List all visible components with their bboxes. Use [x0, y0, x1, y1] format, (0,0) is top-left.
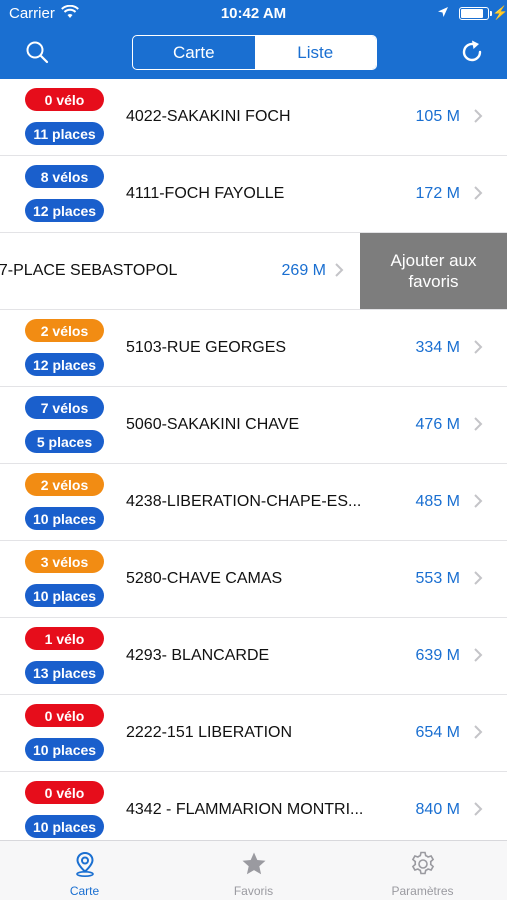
segment-list[interactable]: Liste [254, 36, 376, 69]
bikes-badge: 2 vélos [25, 473, 104, 496]
places-badge: 13 places [25, 661, 105, 684]
station-name: 4293- BLANCARDE [126, 647, 270, 664]
tab-favoris[interactable]: Favoris [169, 841, 338, 900]
tab-parametres[interactable]: Paramètres [338, 841, 507, 900]
location-arrow-icon [438, 7, 448, 17]
places-badge: 12 places [25, 199, 105, 222]
station-row-swiped[interactable]: 57-PLACE SEBASTOPOL 269 M Ajouter aux fa… [0, 233, 507, 310]
places-badge: 10 places [25, 738, 105, 761]
station-row[interactable]: 2 vélos 12 places 5103-RUE GEORGES 334 M [0, 310, 507, 387]
chevron-right-icon [474, 648, 483, 662]
app-header: Carrier 10:42 AM ⚡ Carte Liste [0, 0, 507, 79]
chevron-right-icon [474, 802, 483, 816]
places-badge: 10 places [25, 584, 105, 607]
chevron-right-icon [474, 340, 483, 354]
tab-bar: Carte Favoris Paramètres [0, 840, 507, 900]
station-distance: 840 M [415, 801, 460, 818]
tab-parametres-label: Paramètres [391, 884, 454, 898]
station-row[interactable]: 0 vélo 11 places 4022-SAKAKINI FOCH 105 … [0, 79, 507, 156]
bikes-badge: 8 vélos [25, 165, 104, 188]
station-name: 4111-FOCH FAYOLLE [126, 185, 285, 202]
chevron-right-icon [474, 571, 483, 585]
add-to-favorites-button[interactable]: Ajouter aux favoris [360, 233, 507, 309]
add-to-favorites-label: Ajouter aux favoris [390, 251, 477, 291]
chevron-right-icon [474, 417, 483, 431]
station-name: 5103-RUE GEORGES [126, 339, 287, 356]
station-row[interactable]: 1 vélo 13 places 4293- BLANCARDE 639 M [0, 618, 507, 695]
station-name: 4022-SAKAKINI FOCH [126, 108, 291, 125]
bikes-badge: 0 vélo [25, 781, 104, 804]
places-badge: 5 places [25, 430, 104, 453]
charging-icon: ⚡ [492, 5, 507, 20]
station-row[interactable]: 3 vélos 10 places 5280-CHAVE CAMAS 553 M [0, 541, 507, 618]
bikes-badge: 0 vélo [25, 88, 104, 111]
bikes-badge: 7 vélos [25, 396, 104, 419]
tab-carte-label: Carte [69, 884, 100, 898]
bikes-badge: 3 vélos [25, 550, 104, 573]
station-distance: 553 M [415, 570, 460, 587]
station-row[interactable]: 0 vélo 10 places 4342 - FLAMMARION MONTR… [0, 772, 507, 840]
station-name: 57-PLACE SEBASTOPOL [0, 262, 178, 279]
station-name: 4342 - FLAMMARION MONTRI... [126, 801, 364, 818]
station-row[interactable]: 2 vélos 10 places 4238-LIBERATION-CHAPE-… [0, 464, 507, 541]
chevron-right-icon [474, 494, 483, 508]
chevron-right-icon [474, 186, 483, 200]
places-badge: 10 places [25, 507, 105, 530]
station-distance: 639 M [415, 647, 460, 664]
places-badge: 10 places [25, 815, 105, 838]
station-name: 5280-CHAVE CAMAS [126, 570, 283, 587]
bikes-badge: 2 vélos [25, 319, 104, 342]
status-bar: Carrier 10:42 AM ⚡ [0, 0, 507, 28]
station-distance: 476 M [415, 416, 460, 433]
station-distance: 654 M [415, 724, 460, 741]
battery-icon [459, 7, 492, 20]
station-distance: 334 M [415, 339, 460, 356]
places-badge: 12 places [25, 353, 105, 376]
refresh-icon[interactable] [459, 39, 485, 65]
station-name: 5060-SAKAKINI CHAVE [126, 416, 300, 433]
segment-map[interactable]: Carte [133, 36, 255, 69]
station-distance: 105 M [415, 108, 460, 125]
bikes-badge: 0 vélo [25, 704, 104, 727]
view-segmented-control: Carte Liste [132, 35, 377, 70]
chevron-right-icon [474, 109, 483, 123]
chevron-right-icon [335, 263, 344, 277]
station-row[interactable]: 0 vélo 10 places 2222-151 LIBERATION 654… [0, 695, 507, 772]
tab-carte[interactable]: Carte [0, 841, 169, 900]
gear-icon [411, 851, 434, 875]
status-time: 10:42 AM [220, 5, 287, 22]
station-name: 4238-LIBERATION-CHAPE-ES... [126, 493, 362, 510]
chevron-right-icon [474, 725, 483, 739]
station-row[interactable]: 8 vélos 12 places 4111-FOCH FAYOLLE 172 … [0, 156, 507, 233]
station-distance: 172 M [415, 185, 460, 202]
station-distance: 485 M [415, 493, 460, 510]
station-name: 2222-151 LIBERATION [126, 724, 293, 741]
places-badge: 11 places [25, 122, 104, 145]
station-row[interactable]: 7 vélos 5 places 5060-SAKAKINI CHAVE 476… [0, 387, 507, 464]
search-icon[interactable] [25, 40, 49, 64]
tab-favoris-label: Favoris [233, 884, 274, 898]
bikes-badge: 1 vélo [25, 627, 104, 650]
map-pin-icon [75, 851, 94, 877]
station-distance: 269 M [281, 262, 326, 279]
station-list: 0 vélo 11 places 4022-SAKAKINI FOCH 105 … [0, 79, 507, 840]
star-icon [242, 852, 265, 875]
